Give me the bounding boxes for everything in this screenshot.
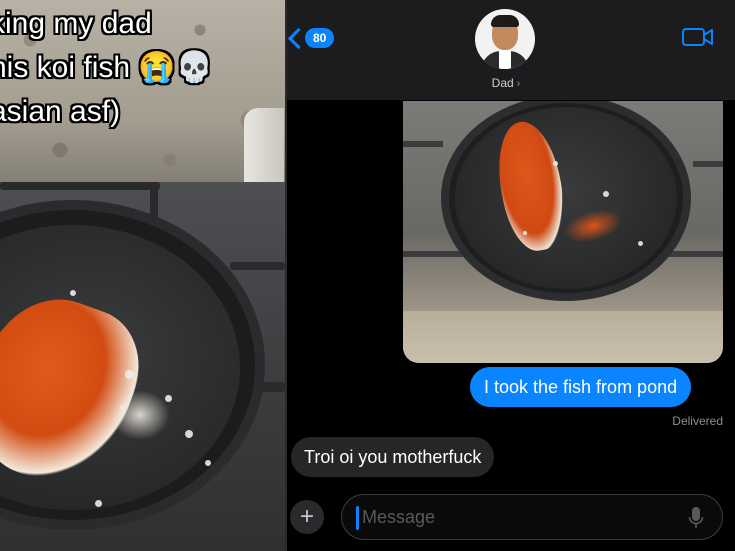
- back-button[interactable]: 80: [287, 26, 335, 50]
- water-bubble: [95, 500, 102, 507]
- water-bubble: [120, 405, 125, 410]
- chevron-left-icon: [287, 28, 301, 48]
- sent-message-bubble[interactable]: I took the fish from pond: [470, 367, 692, 407]
- pan-water: [455, 107, 677, 289]
- water-bubble: [70, 290, 76, 296]
- message-input[interactable]: Message: [341, 494, 723, 540]
- caption-line: his koi fish 😭💀: [0, 51, 214, 84]
- koi-fin: [110, 390, 170, 440]
- water-bubble: [205, 460, 211, 466]
- stove-grate: [230, 262, 285, 270]
- image-attachment[interactable]: [403, 101, 723, 363]
- water-bubble: [638, 241, 643, 246]
- contact-name: Dad: [491, 76, 514, 90]
- plus-icon[interactable]: +: [290, 500, 324, 534]
- stove-grate: [693, 161, 723, 167]
- koi-photo-panel: king my dad his koi fish 😭💀 asian asf): [0, 0, 285, 551]
- water-bubble: [523, 231, 527, 235]
- water-bubble: [603, 191, 609, 197]
- contact-avatar[interactable]: [475, 9, 535, 69]
- conversation-header: 80 Dad ›: [287, 0, 735, 100]
- water-bubble: [553, 161, 558, 166]
- caption-line: asian asf): [0, 95, 121, 128]
- avatar-hair: [491, 15, 519, 27]
- microphone-icon[interactable]: [688, 506, 704, 530]
- compose-bar: + Message: [287, 494, 735, 544]
- delivery-status: Delivered: [672, 414, 723, 428]
- water-bubble: [185, 430, 193, 438]
- avatar-shirt: [499, 49, 511, 69]
- water-bubble: [165, 395, 172, 402]
- photo-caption: king my dad his koi fish 😭💀 asian asf): [0, 2, 285, 134]
- granite-countertop: [403, 311, 723, 363]
- video-camera-icon[interactable]: [682, 27, 714, 47]
- received-message-text: Troi oi you motherfuck: [304, 447, 482, 467]
- message-placeholder: Message: [362, 507, 436, 527]
- text-cursor: [356, 506, 359, 530]
- water-bubble: [125, 370, 134, 379]
- caption-line: king my dad: [0, 7, 152, 40]
- sent-message-text: I took the fish from pond: [484, 377, 678, 397]
- stove-grate: [403, 141, 443, 147]
- received-message-bubble[interactable]: Troi oi you motherfuck: [291, 437, 495, 477]
- contact-name-button[interactable]: Dad ›: [287, 76, 725, 90]
- stove-grate: [0, 182, 160, 190]
- chevron-right-icon: ›: [516, 78, 521, 90]
- imessage-screen: 80 Dad › I took the fish from pond Deliv…: [287, 0, 735, 551]
